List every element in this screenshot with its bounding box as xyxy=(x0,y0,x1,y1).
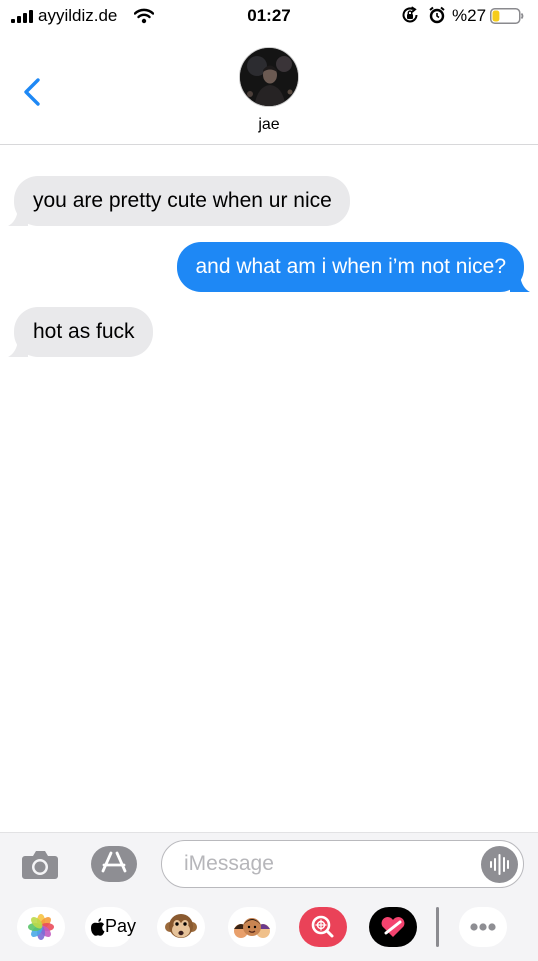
memoji-stickers-button[interactable] xyxy=(228,907,276,947)
camera-button[interactable] xyxy=(21,848,59,880)
digital-touch-button[interactable] xyxy=(369,907,417,947)
rotation-lock-icon xyxy=(402,6,418,23)
animoji-icon xyxy=(165,914,197,938)
message-thread: you are pretty cute when ur nice and wha… xyxy=(0,145,538,832)
message-text: and what am i when i’m not nice? xyxy=(195,255,507,278)
apple-logo-icon xyxy=(91,918,105,936)
incoming-message-bubble[interactable]: hot as fuck xyxy=(8,307,153,357)
incoming-message-bubble[interactable]: you are pretty cute when ur nice xyxy=(8,176,350,226)
bubble-tail xyxy=(8,206,28,226)
avatar-photo xyxy=(240,48,298,106)
battery-percentage: %27 xyxy=(452,6,487,25)
image-search-button[interactable] xyxy=(299,907,347,947)
photos-icon xyxy=(28,914,54,940)
alarm-icon xyxy=(429,6,445,24)
apple-pay-button[interactable]: Pay xyxy=(85,907,137,947)
app-store-button[interactable] xyxy=(91,846,137,882)
bubble-tail xyxy=(510,272,530,292)
digital-touch-icon xyxy=(369,907,417,947)
message-input-placeholder: iMessage xyxy=(184,852,274,875)
message-composer: iMessage Pay xyxy=(0,832,538,961)
bubble-tail xyxy=(8,337,28,357)
status-bar: ayyildiz.de 01:27 %27 xyxy=(0,0,538,34)
message-text: you are pretty cute when ur nice xyxy=(33,189,332,212)
waveform-icon xyxy=(490,854,509,875)
conversation-header: jae xyxy=(0,34,538,145)
contact-name[interactable]: jae xyxy=(0,116,538,134)
message-text: hot as fuck xyxy=(33,320,135,343)
contact-avatar[interactable] xyxy=(239,47,299,107)
back-button[interactable] xyxy=(18,72,48,112)
outgoing-message-bubble[interactable]: and what am i when i’m not nice? xyxy=(176,242,530,292)
image-search-icon xyxy=(299,907,347,947)
apple-pay-label: Pay xyxy=(105,916,137,936)
app-drawer-divider xyxy=(436,907,439,947)
more-apps-button[interactable] xyxy=(459,907,507,947)
animoji-button[interactable] xyxy=(157,907,205,947)
more-icon xyxy=(470,923,496,931)
battery-icon xyxy=(490,8,524,24)
audio-message-button[interactable] xyxy=(481,846,518,883)
message-input[interactable]: iMessage xyxy=(161,840,524,888)
photos-app-button[interactable] xyxy=(17,907,65,947)
memoji-icon xyxy=(234,918,270,938)
app-drawer: Pay xyxy=(0,905,538,953)
